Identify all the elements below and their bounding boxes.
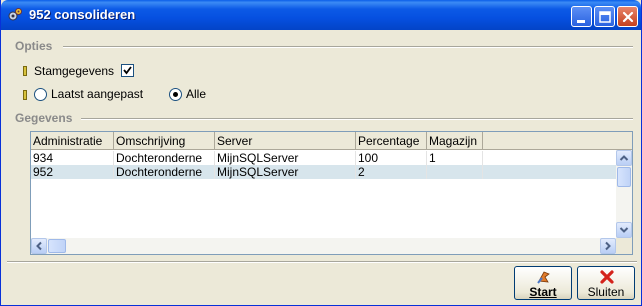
scroll-down-button[interactable] xyxy=(616,222,632,238)
table-cell: Dochteronderne xyxy=(114,165,215,179)
scroll-up-button[interactable] xyxy=(616,150,632,166)
radio-laatst-aangepast[interactable] xyxy=(34,88,47,101)
table-cell xyxy=(427,165,483,179)
title-bar[interactable]: 952 consolideren xyxy=(1,0,641,30)
table-cell: MijnSQLServer xyxy=(215,151,356,165)
stamgegevens-checkbox[interactable] xyxy=(121,64,134,77)
data-divider xyxy=(81,118,633,120)
start-button[interactable]: Start xyxy=(514,266,572,300)
checkmark-icon xyxy=(123,66,132,75)
column-header[interactable]: Server xyxy=(215,132,356,149)
gears-icon xyxy=(8,8,22,21)
table-cell: 2 xyxy=(356,165,427,179)
chevron-left-icon xyxy=(36,241,42,251)
run-icon xyxy=(537,271,550,284)
footer-divider xyxy=(7,261,637,263)
chevron-up-icon xyxy=(619,155,629,161)
scroll-left-button[interactable] xyxy=(31,238,47,254)
table-cell: Dochteronderne xyxy=(114,151,215,165)
table-cell: MijnSQLServer xyxy=(215,165,356,179)
column-header[interactable]: Administratie xyxy=(31,132,114,149)
minimize-icon xyxy=(577,20,585,23)
vertical-scrollbar[interactable] xyxy=(616,150,632,238)
table-cell: 1 xyxy=(427,151,483,165)
grid-header: Administratie Omschrijving Server Percen… xyxy=(31,132,632,150)
table-row[interactable]: 952 Dochteronderne MijnSQLServer 2 xyxy=(31,165,616,179)
scroll-corner xyxy=(616,238,632,254)
horizontal-scroll-thumb[interactable] xyxy=(48,239,66,253)
chevron-down-icon xyxy=(619,227,629,233)
close-x-icon xyxy=(600,270,614,284)
close-button[interactable]: Sluiten xyxy=(577,266,635,300)
close-window-button[interactable] xyxy=(617,6,638,27)
column-header[interactable]: Percentage xyxy=(356,132,427,149)
minimize-button[interactable] xyxy=(571,6,592,27)
dialog-window: 952 consolideren Opties Stamgegevens Laa… xyxy=(0,0,642,306)
close-icon xyxy=(622,11,634,23)
maximize-icon xyxy=(599,11,611,23)
scroll-right-button[interactable] xyxy=(600,238,616,254)
table-row[interactable]: 934 Dochteronderne MijnSQLServer 100 1 xyxy=(31,151,616,165)
radio-selected-dot xyxy=(173,92,178,97)
options-group-label: Opties xyxy=(15,39,53,53)
required-marker xyxy=(23,66,27,76)
table-cell: 934 xyxy=(31,151,114,165)
table-cell: 100 xyxy=(356,151,427,165)
options-divider xyxy=(63,46,633,48)
radio-alle[interactable] xyxy=(169,88,182,101)
window-title: 952 consolideren xyxy=(29,7,136,22)
start-button-label: Start xyxy=(529,285,557,299)
column-header[interactable]: Magazijn xyxy=(427,132,483,149)
data-group-label: Gegevens xyxy=(15,111,73,125)
vertical-scroll-thumb[interactable] xyxy=(617,167,631,187)
radio-laatst-aangepast-label: Laatst aangepast xyxy=(51,87,144,101)
radio-alle-label: Alle xyxy=(186,87,207,101)
stamgegevens-label: Stamgegevens xyxy=(34,64,115,78)
horizontal-scrollbar[interactable] xyxy=(31,238,616,254)
maximize-button[interactable] xyxy=(594,6,615,27)
chevron-right-icon xyxy=(605,241,611,251)
close-button-label: Sluiten xyxy=(587,285,625,299)
table-cell: 952 xyxy=(31,165,114,179)
data-grid[interactable]: Administratie Omschrijving Server Percen… xyxy=(30,131,633,255)
required-marker xyxy=(23,90,27,100)
column-header[interactable]: Omschrijving xyxy=(114,132,215,149)
